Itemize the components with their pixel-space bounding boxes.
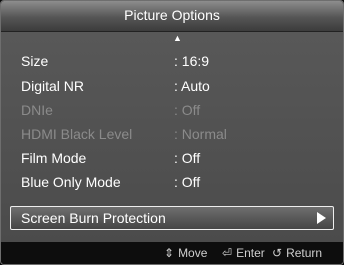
menu-item-film-mode[interactable]: Film Mode : Off [1, 146, 343, 170]
menu-item-digital-nr[interactable]: Digital NR : Auto [1, 74, 343, 98]
menu-item-label: HDMI Black Level [21, 126, 133, 142]
menu-item-dnie: DNIe : Off [1, 98, 343, 122]
enter-icon: ⏎ [222, 246, 233, 260]
picture-options-menu: Picture Options ▲ Size : 16:9 Digital NR… [0, 0, 344, 265]
navigation-hint-bar: ⇕ Move ⏎ Enter ↺ Return [1, 242, 343, 264]
menu-item-label: Size [21, 53, 49, 69]
menu-item-hdmi-black-level: HDMI Black Level : Normal [1, 122, 343, 146]
options-list: ▲ Size : 16:9 Digital NR : Auto DNIe : O… [1, 32, 343, 242]
menu-item-value: : Off [174, 174, 201, 190]
submenu-arrow-icon [317, 212, 326, 224]
menu-item-value: : Off [174, 150, 201, 166]
return-hint: ↺ Return [272, 246, 322, 260]
menu-title: Picture Options [124, 7, 220, 23]
menu-title-bar: Picture Options [1, 1, 343, 32]
move-hint: ⇕ Move [164, 246, 207, 260]
return-icon: ↺ [272, 246, 283, 260]
menu-item-label: DNIe [21, 102, 53, 118]
enter-hint-label: Enter [236, 246, 265, 260]
menu-item-size[interactable]: Size : 16:9 [1, 49, 343, 73]
move-hint-label: Move [178, 246, 208, 260]
return-hint-label: Return [286, 246, 323, 260]
enter-hint: ⏎ Enter [222, 246, 265, 260]
menu-item-screen-burn-protection[interactable]: Screen Burn Protection [10, 206, 334, 230]
menu-item-label: Screen Burn Protection [21, 210, 166, 226]
move-icon: ⇕ [164, 246, 175, 260]
menu-item-value: : Normal [174, 126, 227, 142]
menu-item-blue-only-mode[interactable]: Blue Only Mode : Off [1, 170, 343, 194]
menu-item-value: : Auto [174, 78, 210, 94]
menu-item-label: Film Mode [21, 150, 87, 166]
menu-item-value: : 16:9 [174, 53, 210, 69]
menu-item-value: : Off [174, 102, 201, 118]
menu-item-label: Blue Only Mode [21, 174, 121, 190]
menu-item-label: Digital NR [21, 78, 85, 94]
scroll-up-icon[interactable]: ▲ [173, 34, 182, 43]
